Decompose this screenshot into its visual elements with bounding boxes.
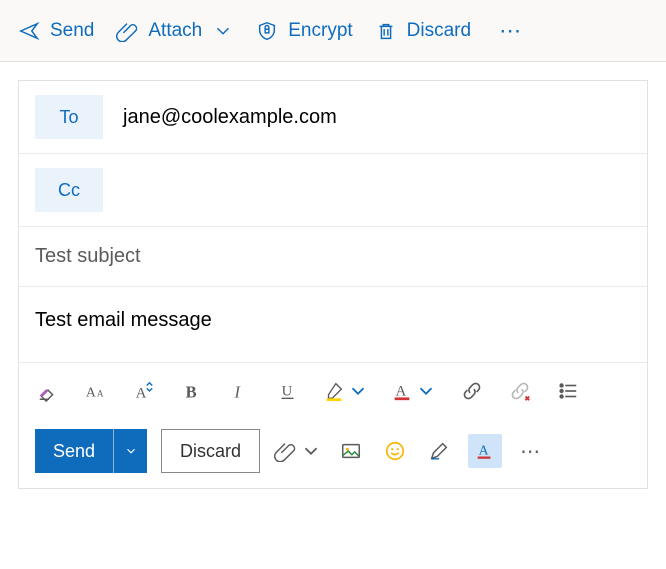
bottom-action-bar: Send Discard [19, 418, 647, 488]
pen-icon [428, 440, 450, 462]
svg-text:A: A [97, 388, 104, 398]
attach-top-button[interactable]: Attach [116, 20, 234, 42]
top-toolbar: Send Attach Encrypt Discard ⋯ [0, 0, 666, 62]
font-format-icon: A [474, 440, 496, 462]
send-button[interactable]: Send [35, 429, 113, 473]
cc-row: Cc [19, 154, 647, 227]
trash-icon [375, 20, 397, 42]
send-options-dropdown[interactable] [113, 429, 147, 473]
send-top-button[interactable]: Send [18, 20, 94, 42]
remove-link-button[interactable] [507, 378, 533, 404]
svg-text:A: A [396, 383, 407, 399]
subject-field[interactable]: Test subject [19, 227, 647, 287]
chevron-down-icon [415, 380, 437, 402]
shield-lock-icon [256, 20, 278, 42]
svg-text:B: B [186, 382, 197, 401]
svg-text:A: A [86, 384, 96, 399]
encrypt-top-button[interactable]: Encrypt [256, 20, 352, 42]
discard-top-button[interactable]: Discard [375, 20, 471, 42]
bold-button[interactable]: B [179, 378, 205, 404]
to-label: To [59, 107, 78, 128]
svg-text:A: A [136, 385, 147, 401]
toggle-formatting-toolbar-button[interactable]: A [468, 434, 502, 468]
send-top-label: Send [50, 20, 94, 42]
encrypt-top-label: Encrypt [288, 20, 352, 42]
emoji-icon [384, 440, 406, 462]
formatting-toolbar: AA A B I U A [19, 362, 647, 418]
discard-top-label: Discard [407, 20, 471, 42]
font-color-button[interactable]: A [391, 378, 437, 404]
clear-formatting-button[interactable] [35, 378, 61, 404]
font-case-button[interactable]: A [131, 378, 157, 404]
chevron-down-icon [347, 380, 369, 402]
paperclip-icon [116, 20, 138, 42]
message-body[interactable]: Test email message [19, 287, 647, 362]
chevron-down-icon [212, 20, 234, 42]
to-value-text: jane@coolexample.com [123, 106, 337, 128]
insert-picture-button[interactable] [336, 436, 366, 466]
cc-button[interactable]: Cc [35, 168, 103, 212]
subject-text: Test subject [35, 245, 141, 267]
image-icon [340, 440, 362, 462]
send-icon [18, 20, 40, 42]
to-button[interactable]: To [35, 95, 103, 139]
compose-card: To jane@coolexample.com Cc Test subject … [18, 80, 648, 489]
to-row: To jane@coolexample.com [19, 81, 647, 154]
send-button-label: Send [53, 441, 95, 462]
svg-text:I: I [234, 382, 242, 401]
discard-button[interactable]: Discard [161, 429, 260, 473]
cc-label: Cc [58, 180, 80, 201]
insert-emoji-button[interactable] [380, 436, 410, 466]
attach-top-label: Attach [148, 20, 202, 42]
italic-button[interactable]: I [227, 378, 253, 404]
to-field[interactable]: jane@coolexample.com [123, 106, 337, 129]
chevron-down-icon [300, 440, 322, 462]
more-actions-top[interactable]: ⋯ [499, 18, 523, 44]
attach-bottom-button[interactable] [274, 436, 322, 466]
underline-button[interactable]: U [275, 378, 301, 404]
highlight-color-button[interactable] [323, 378, 369, 404]
font-size-button[interactable]: AA [83, 378, 109, 404]
paperclip-icon [274, 440, 296, 462]
body-text: Test email message [35, 309, 212, 331]
svg-text:U: U [282, 383, 293, 399]
more-actions-bottom[interactable]: ⋯ [520, 439, 542, 464]
bullet-list-button[interactable] [555, 378, 581, 404]
discard-button-label: Discard [180, 441, 241, 462]
insert-link-button[interactable] [459, 378, 485, 404]
insert-signature-button[interactable] [424, 436, 454, 466]
send-split-button: Send [35, 429, 147, 473]
svg-text:A: A [479, 443, 489, 458]
